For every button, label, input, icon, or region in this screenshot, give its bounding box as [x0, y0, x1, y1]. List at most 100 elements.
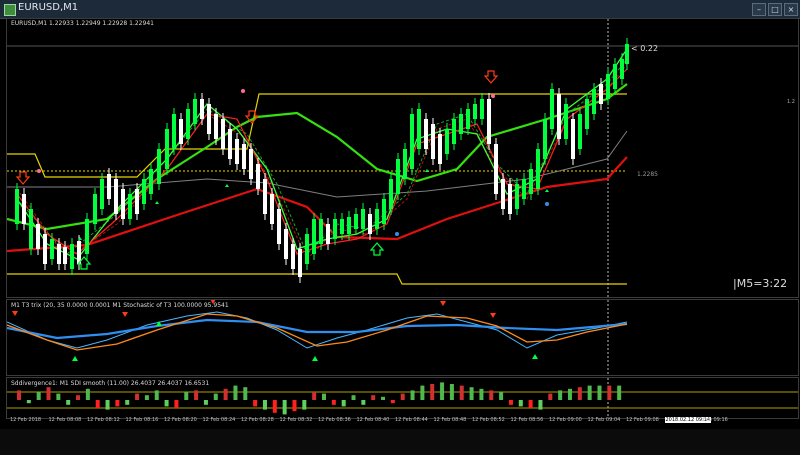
candle — [15, 183, 19, 230]
histogram-bar — [302, 400, 307, 410]
candle-body — [431, 124, 435, 159]
candle-body — [172, 114, 176, 149]
histogram-bar — [479, 388, 484, 400]
candle-body — [263, 179, 267, 214]
histogram-bar — [125, 400, 130, 405]
candle-body — [128, 194, 132, 219]
close-button[interactable]: × — [784, 3, 798, 16]
candle-body — [165, 129, 169, 169]
candle-body — [459, 114, 463, 134]
candle-body — [620, 59, 624, 79]
candle — [396, 153, 400, 200]
signal-dot — [241, 89, 245, 93]
candle-body — [438, 134, 442, 164]
candle-body — [480, 99, 484, 119]
candle-body — [114, 179, 118, 214]
signal-dot — [545, 202, 549, 206]
down-arrow-icon — [122, 312, 128, 317]
price-chart-pane[interactable]: EURUSD,M1 1.22933 1.22949 1.22928 1.2294… — [6, 18, 799, 298]
candle — [114, 173, 118, 220]
histogram-bar — [390, 400, 395, 404]
small-up-marker-icon — [225, 184, 229, 187]
candle-body — [235, 139, 239, 164]
candle — [417, 103, 421, 155]
candle — [333, 213, 337, 245]
trix-indicator-pane[interactable]: M1 T3 trix (20, 35 0.0000 0.0001 M1 Stoc… — [6, 299, 799, 376]
candle-body — [142, 179, 146, 204]
down-arrow-icon — [12, 311, 18, 316]
candle-body — [585, 99, 589, 129]
x-tick-label: 12 Feb 08:12 — [87, 417, 120, 423]
candle-body — [291, 244, 295, 269]
histogram-bar — [341, 400, 346, 407]
trix-indicator-header: M1 T3 trix (20, 35 0.0000 0.0001 M1 Stoc… — [11, 302, 229, 309]
candle-body — [564, 104, 568, 139]
histogram-bar — [184, 392, 189, 400]
candle-body — [333, 219, 337, 239]
candle — [22, 188, 26, 230]
candle-body — [312, 219, 316, 254]
histogram-bar — [203, 400, 208, 405]
candle-body — [508, 184, 512, 214]
candle-body — [207, 104, 211, 134]
candle-body — [135, 189, 139, 214]
trix-indicator-canvas — [7, 300, 628, 375]
histogram-bar — [558, 390, 563, 400]
candle — [473, 98, 477, 125]
candle — [142, 173, 146, 210]
candle — [263, 173, 267, 220]
candle-body — [543, 119, 547, 159]
candle-body — [375, 209, 379, 229]
histogram-bar — [282, 400, 287, 415]
histogram-bar — [262, 400, 267, 410]
up-arrow-icon — [312, 356, 318, 361]
sell-arrow-icon — [15, 171, 31, 185]
candle-body — [249, 149, 253, 179]
candle — [326, 218, 330, 250]
signal-dot — [491, 94, 495, 98]
candle — [480, 93, 484, 125]
histogram-bar — [607, 385, 612, 400]
histogram-bar — [213, 393, 218, 400]
candle — [165, 123, 169, 175]
histogram-bar — [548, 393, 553, 400]
candle — [354, 208, 358, 235]
candle-body — [57, 244, 61, 264]
candle — [592, 83, 596, 120]
candle — [157, 143, 161, 190]
histogram-bar — [430, 384, 435, 400]
histogram-bar — [95, 400, 100, 408]
candle — [515, 178, 519, 215]
x-tick-label: Feb 09:16 — [703, 417, 728, 423]
candle — [585, 93, 589, 135]
histogram-bar — [243, 387, 248, 400]
minimize-button[interactable]: – — [752, 3, 766, 16]
candle — [305, 228, 309, 270]
candle-body — [536, 149, 540, 189]
divergence-indicator-pane[interactable]: Sddivergence1: M1 SDI smooth (11.00) 26.… — [6, 377, 799, 419]
candle-body — [100, 179, 104, 209]
candle-body — [277, 209, 281, 244]
histogram-bar — [469, 387, 474, 400]
candle — [93, 188, 97, 230]
maximize-button[interactable]: □ — [768, 3, 782, 16]
candle-body — [424, 119, 428, 149]
time-axis: 12 Feb 2018 12 Feb 08:08 12 Feb 08:12 12 Fe… — [6, 417, 797, 429]
up-arrow-icon — [532, 354, 538, 359]
small-up-marker-icon — [545, 189, 549, 192]
histogram-bar — [164, 400, 169, 407]
histogram-bar — [361, 400, 366, 405]
price-chart-canvas — [7, 19, 798, 297]
candle-body — [389, 179, 393, 209]
y-axis-label: 1.2 — [787, 99, 795, 105]
candle — [494, 138, 498, 200]
x-tick-label: 12 Feb 08:24 — [202, 417, 236, 423]
candle-body — [599, 84, 603, 104]
candle — [186, 103, 190, 145]
candle — [550, 83, 554, 135]
candle-body — [149, 169, 153, 194]
histogram-bar — [46, 387, 51, 400]
candle-body — [452, 119, 456, 144]
buy-arrow-icon — [369, 242, 385, 256]
x-tick-label: 12 Feb 2018 — [10, 417, 42, 423]
